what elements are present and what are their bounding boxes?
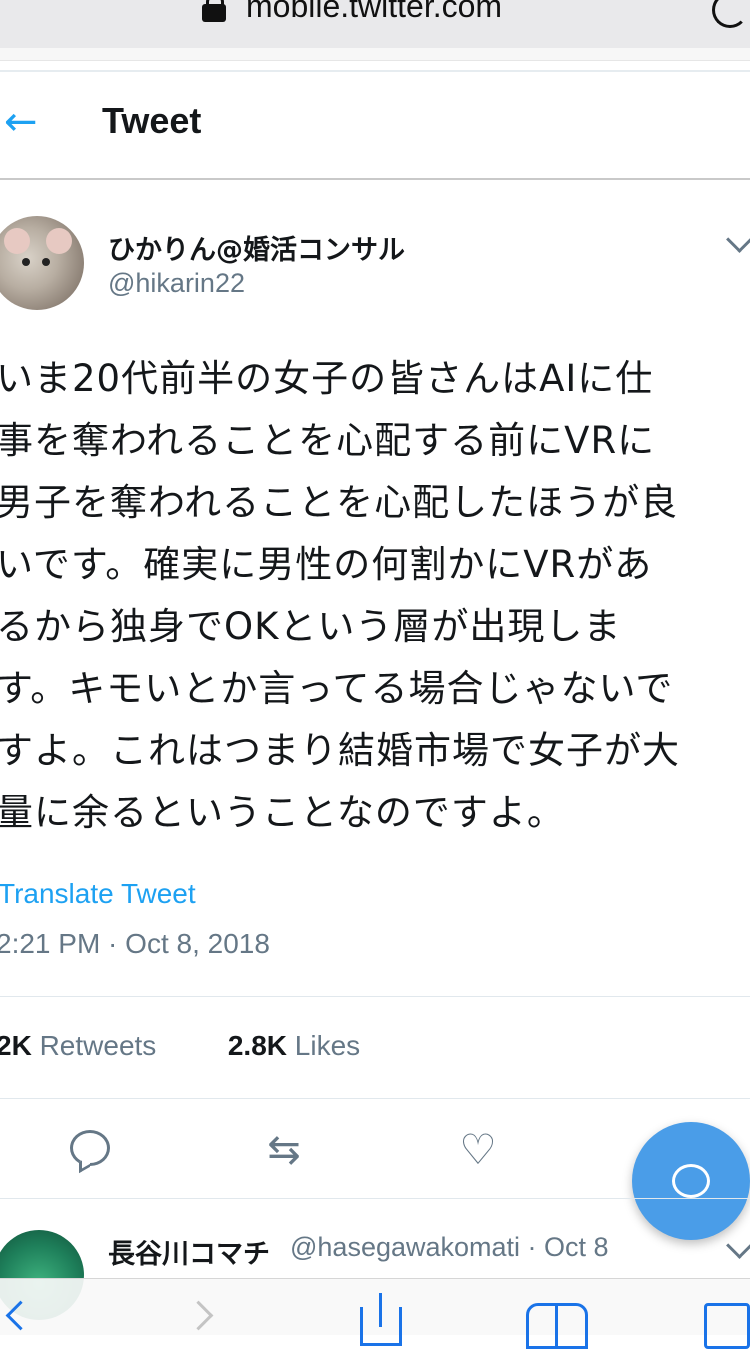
- compose-reply-button[interactable]: [632, 1122, 750, 1240]
- tweet-timestamp: 2:21 PM · Oct 8, 2018: [0, 928, 270, 959]
- browser-toolbar: [0, 1278, 750, 1349]
- tweet-text-line: す。キモいとか言ってる場合じゃないで: [0, 667, 674, 710]
- browser-address-bar[interactable]: mobile.twitter.com: [0, 0, 750, 61]
- translate-tweet-link[interactable]: Translate Tweet: [0, 878, 196, 910]
- likes-count[interactable]: 2.8K: [228, 1030, 287, 1061]
- reply-author-meta[interactable]: @hasegawakomati · Oct 8: [290, 1232, 609, 1263]
- tweet-text-line: 男子を奪われることを心配したほうが良: [0, 481, 679, 524]
- tweet-text-line: 量に余るということなのですよ。: [0, 791, 565, 834]
- bookmarks-icon[interactable]: [526, 1303, 588, 1349]
- author-handle[interactable]: @hikarin22: [108, 268, 245, 299]
- reply-author-name[interactable]: 長谷川コマチ: [108, 1232, 270, 1271]
- avatar-eye: [22, 258, 30, 266]
- tweet-stats: 2K Retweets 2.8K Likes: [0, 1030, 360, 1062]
- tweet-text: いま20代前半の女子の皆さんはAIに仕 事を奪われることを心配する前にVRに 男…: [0, 348, 750, 844]
- browser-back-icon[interactable]: [5, 1300, 36, 1331]
- tweet-text-line: すよ。これはつまり結婚市場で女子が大: [0, 729, 680, 772]
- reply-icon: [70, 1130, 110, 1166]
- tweet-text-line: るから独身でOKという層が出現しま: [0, 605, 622, 648]
- avatar[interactable]: [0, 216, 84, 310]
- tweet-text-line: いです。確実に男性の何割かにVRがあ: [0, 543, 653, 586]
- author-display-name[interactable]: ひかりん@婚活コンサル: [108, 228, 405, 267]
- likes-label[interactable]: Likes: [295, 1030, 360, 1061]
- tweet-text-line: 事を奪われることを心配する前にVRに: [0, 419, 656, 462]
- heart-icon[interactable]: ♡: [456, 1128, 500, 1172]
- tabs-icon[interactable]: [704, 1303, 750, 1349]
- divider: [0, 1098, 750, 1099]
- share-icon[interactable]: [360, 1293, 402, 1346]
- url-text: mobile.twitter.com: [246, 0, 503, 24]
- reply-button[interactable]: [68, 1128, 112, 1172]
- lock-icon: [202, 0, 226, 22]
- divider: [0, 996, 750, 997]
- divider: [0, 1198, 750, 1199]
- retweets-count[interactable]: 2K: [0, 1030, 32, 1061]
- page-title: Tweet: [102, 100, 202, 141]
- tweet-text-line: いま20代前半の女子の皆さんはAIに仕: [0, 357, 654, 400]
- chevron-down-icon[interactable]: [726, 1232, 750, 1259]
- chevron-down-icon[interactable]: [726, 226, 750, 253]
- page-header: ← Tweet: [0, 72, 750, 180]
- retweet-icon[interactable]: ⇆: [262, 1128, 306, 1172]
- browser-forward-icon[interactable]: [183, 1300, 214, 1331]
- arrow-left-icon[interactable]: ←: [4, 102, 44, 142]
- avatar-eye: [42, 258, 50, 266]
- retweets-label[interactable]: Retweets: [40, 1030, 157, 1061]
- avatar-ear: [46, 228, 72, 254]
- avatar-ear: [4, 228, 30, 254]
- compose-reply-icon: [672, 1164, 710, 1198]
